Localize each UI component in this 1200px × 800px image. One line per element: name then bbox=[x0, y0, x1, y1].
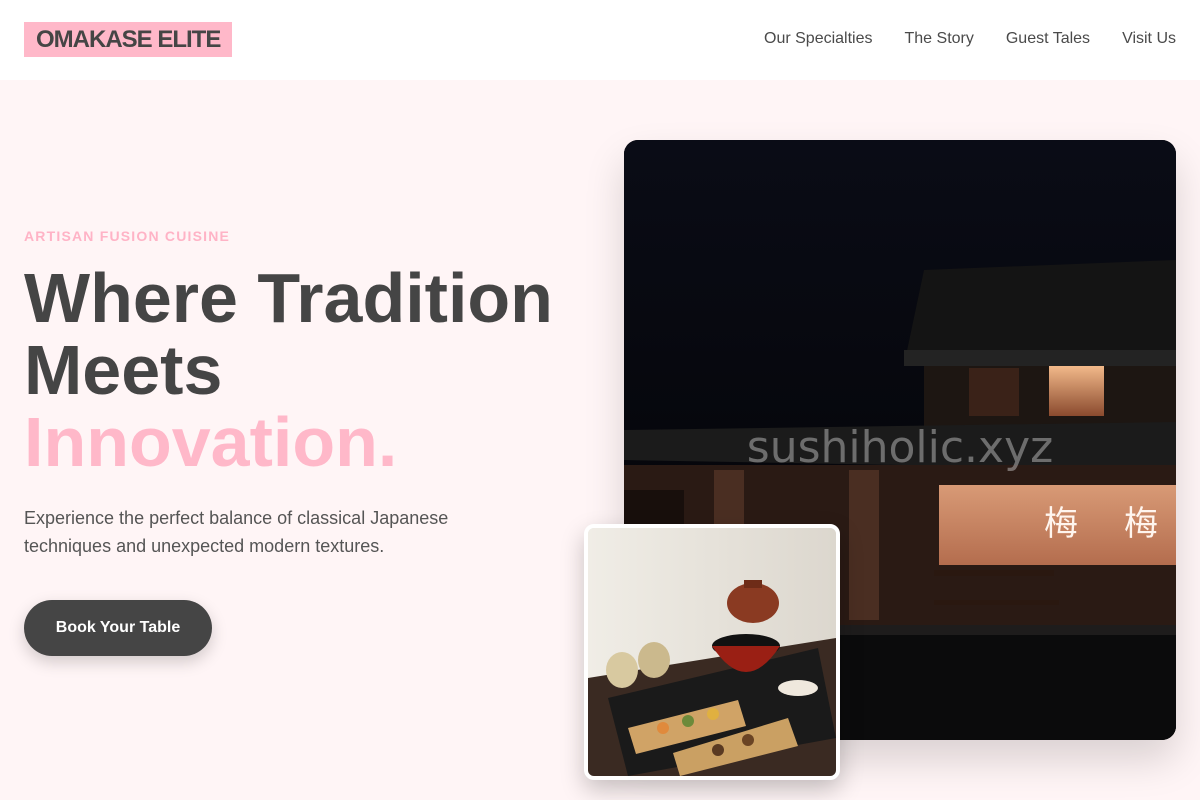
hero-eyebrow: ARTISAN FUSION CUISINE bbox=[24, 228, 231, 244]
bento-food-image bbox=[584, 524, 840, 780]
nav-link-the-story[interactable]: The Story bbox=[905, 28, 974, 50]
brand-logo[interactable]: OMAKASE ELITE bbox=[24, 22, 233, 57]
bento-food-illustration bbox=[588, 528, 836, 776]
svg-text:梅: 梅 bbox=[1044, 504, 1078, 544]
headline-accent: Innovation. bbox=[24, 403, 398, 481]
headline-line-2: Meets bbox=[24, 331, 223, 409]
image-watermark: sushiholic.xyz bbox=[746, 422, 1054, 473]
nav-link-guest-tales[interactable]: Guest Tales bbox=[1006, 28, 1090, 50]
nav-link-our-specialties[interactable]: Our Specialties bbox=[764, 28, 873, 50]
main-nav: Our Specialties The Story Guest Tales Vi… bbox=[764, 28, 1176, 50]
hero-subtitle: Experience the perfect balance of classi… bbox=[24, 508, 449, 556]
site-header: OMAKASE ELITE Our Specialties The Story … bbox=[0, 0, 1200, 80]
nav-link-visit-us[interactable]: Visit Us bbox=[1122, 28, 1176, 50]
hero-headline: Where Tradition Meets Innovation. bbox=[24, 262, 604, 478]
headline-line-1: Where Tradition bbox=[24, 259, 553, 337]
book-table-button[interactable]: Book Your Table bbox=[24, 600, 212, 656]
svg-text:梅: 梅 bbox=[1124, 504, 1158, 544]
